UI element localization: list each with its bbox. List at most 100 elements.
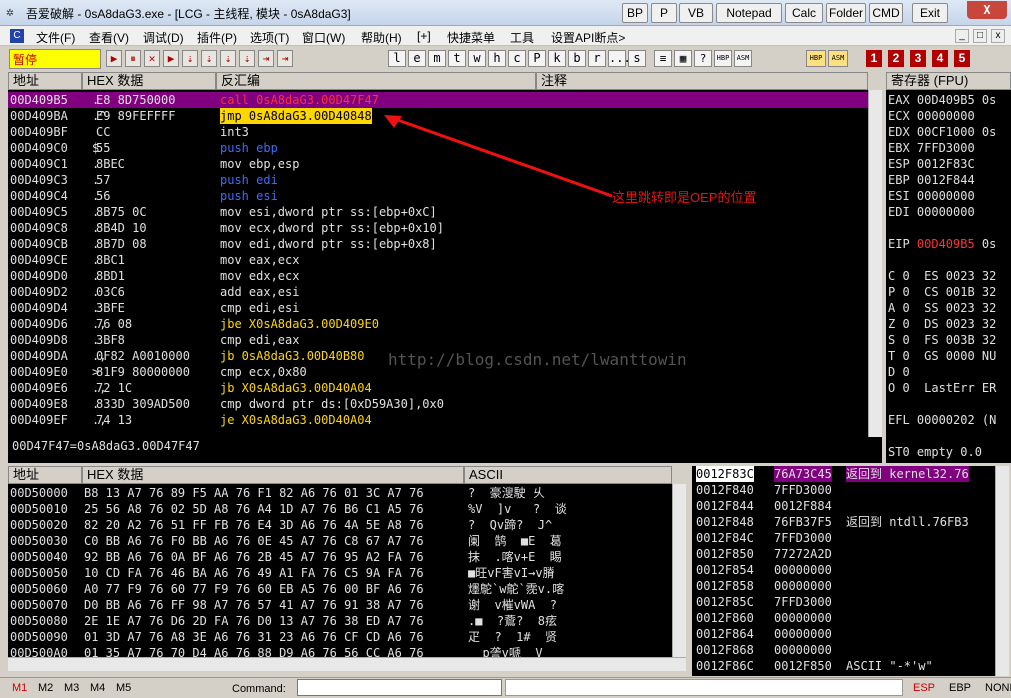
menu-item-5[interactable]: 窗口(W) xyxy=(302,29,345,46)
toolbar-button-1[interactable]: ⏸ xyxy=(125,50,141,67)
disasm-row[interactable]: 00D409D2. 03C6 add eax,esi xyxy=(8,284,868,300)
stack-scrollbar[interactable] xyxy=(995,466,1009,676)
toolbar-button-3[interactable]: ▶ xyxy=(163,50,179,67)
menu-item-7[interactable]: [+] xyxy=(417,29,431,43)
toolbar-window-2[interactable]: 2 xyxy=(888,50,904,67)
mdi-maximize-button[interactable]: □ xyxy=(973,29,987,43)
toolbar-letter-12[interactable]: s xyxy=(628,50,646,67)
top-button-calc[interactable]: Calc xyxy=(785,3,823,23)
disasm-row[interactable]: 00D409D0. 8BD1 mov edx,ecx xyxy=(8,268,868,284)
toolbar-tool-0[interactable]: HBP xyxy=(806,50,826,67)
disasm-row[interactable]: 00D409B5. E8 8D750000 call 0sA8daG3.00D47F… xyxy=(8,92,868,108)
toolbar-icon-3[interactable]: HBP xyxy=(714,50,732,67)
stack-comment: 返回到 ntdll.76FB3 xyxy=(846,515,969,529)
register-line: EAX 00D409B5 0s xyxy=(888,93,997,107)
toolbar-letter-5[interactable]: h xyxy=(488,50,506,67)
dump-pane[interactable]: 00D50000 B8 13 A7 76 89 F5 AA 76 F1 82 A6… xyxy=(8,484,672,657)
toolbar-button-9[interactable]: ⇥ xyxy=(277,50,293,67)
top-button-p[interactable]: P xyxy=(651,3,677,23)
registers-pane[interactable]: EAX 00D409B5 0s ECX 00000000 EDX 00CF1000 … xyxy=(886,90,1011,463)
disasm-row[interactable]: 00D409CB. 8B7D 08 mov edi,dword ptr ss:[eb… xyxy=(8,236,868,252)
disasm-row[interactable]: 00D409D6., 76 08 jbe X0sA8daG3.00D409E0 xyxy=(8,316,868,332)
menu-item-6[interactable]: 帮助(H) xyxy=(361,29,402,46)
dump-scrollbar[interactable] xyxy=(672,484,686,657)
stack-base-ebp[interactable]: EBP xyxy=(949,682,971,694)
close-window-button[interactable]: X xyxy=(967,1,1007,19)
disasm-row[interactable]: 00D409E8. 833D 309AD500 cmp dword ptr ds:[… xyxy=(8,396,868,412)
stack-row: 0012F840 7FFD3000 xyxy=(692,482,995,498)
bookmark-m3[interactable]: M3 xyxy=(64,682,79,694)
menu-item-4[interactable]: 选项(T) xyxy=(250,29,289,46)
menu-item-3[interactable]: 插件(P) xyxy=(197,29,237,46)
bookmark-m4[interactable]: M4 xyxy=(90,682,105,694)
disasm-row[interactable]: 00D409CE. 8BC1 mov eax,ecx xyxy=(8,252,868,268)
top-button-bp[interactable]: BP xyxy=(622,3,648,23)
row-instruction: cmp edi,eax xyxy=(220,333,300,347)
toolbar-button-7[interactable]: ⇣ xyxy=(239,50,255,67)
disasm-row[interactable]: 00D409D4. 3BFE cmp edi,esi xyxy=(8,300,868,316)
stack-value: 00000000 xyxy=(774,579,832,593)
dump-row: 00D50020 82 20 A2 76 51 FF FB 76 E4 3D A6… xyxy=(8,517,672,533)
toolbar-letter-11[interactable]: ... xyxy=(608,50,631,67)
toolbar-icon-0[interactable]: ≡ xyxy=(654,50,672,67)
disasm-row[interactable]: 00D409EF., 74 13 je X0sA8daG3.00D40A04 xyxy=(8,412,868,428)
menu-item-9[interactable]: 工具 xyxy=(510,29,534,46)
stack-pane[interactable]: 0012F83C 76A73C45 返回到 kernel32.76 0012F840 7… xyxy=(692,466,995,676)
toolbar-letter-2[interactable]: m xyxy=(428,50,446,67)
top-button-cmd[interactable]: CMD xyxy=(869,3,903,23)
dump-hscrollbar[interactable] xyxy=(8,657,686,671)
bookmark-m2[interactable]: M2 xyxy=(38,682,53,694)
toolbar-button-5[interactable]: ⇣ xyxy=(201,50,217,67)
row-instruction: cmp edi,esi xyxy=(220,301,300,315)
toolbar-letter-10[interactable]: r xyxy=(588,50,606,67)
toolbar-letter-1[interactable]: e xyxy=(408,50,426,67)
disasm-scrollbar[interactable] xyxy=(868,90,882,437)
bookmark-m5[interactable]: M5 xyxy=(116,682,131,694)
bookmark-m1[interactable]: M1 xyxy=(12,682,27,694)
disasm-row[interactable]: 00D409D8. 3BF8 cmp edi,eax xyxy=(8,332,868,348)
menu-item-10[interactable]: 设置API断点> xyxy=(551,29,625,46)
toolbar-window-1[interactable]: 1 xyxy=(866,50,882,67)
toolbar-icon-4[interactable]: ASM xyxy=(734,50,752,67)
toolbar-icon-1[interactable]: ▦ xyxy=(674,50,692,67)
menu-item-0[interactable]: 文件(F) xyxy=(36,29,75,46)
toolbar-letter-8[interactable]: k xyxy=(548,50,566,67)
toolbar-letter-0[interactable]: l xyxy=(388,50,406,67)
mdi-minimize-button[interactable]: _ xyxy=(955,29,969,43)
toolbar-button-6[interactable]: ⇣ xyxy=(220,50,236,67)
toolbar-letter-3[interactable]: t xyxy=(448,50,466,67)
row-address: 00D409D2 xyxy=(10,285,68,299)
stack-base-esp[interactable]: ESP xyxy=(913,682,935,694)
toolbar-letter-7[interactable]: P xyxy=(528,50,546,67)
toolbar-icon-2[interactable]: ? xyxy=(694,50,712,67)
toolbar-letter-6[interactable]: c xyxy=(508,50,526,67)
toolbar-letter-9[interactable]: b xyxy=(568,50,586,67)
toolbar-window-4[interactable]: 4 xyxy=(932,50,948,67)
toolbar-letter-4[interactable]: w xyxy=(468,50,486,67)
menu-item-8[interactable]: 快捷菜单 xyxy=(447,29,495,46)
toolbar-tool-1[interactable]: ASM xyxy=(828,50,848,67)
menu-item-1[interactable]: 查看(V) xyxy=(89,29,129,46)
top-button-exit[interactable]: Exit xyxy=(912,3,948,23)
toolbar-button-2[interactable]: ✕ xyxy=(144,50,160,67)
top-button-vb[interactable]: VB xyxy=(679,3,713,23)
stack-base-none[interactable]: NONE xyxy=(985,682,1011,694)
disasm-row[interactable]: 00D409E6., 72 1C jb X0sA8daG3.00D40A04 xyxy=(8,380,868,396)
mdi-close-button[interactable]: x xyxy=(991,29,1005,43)
stack-address: 0012F85C xyxy=(696,595,754,609)
row-instruction: jb 0sA8daG3.00D40B80 xyxy=(220,349,365,363)
toolbar-button-0[interactable]: ▶ xyxy=(106,50,122,67)
top-button-notepad[interactable]: Notepad xyxy=(716,3,782,23)
register-line: EBP 0012F844 xyxy=(888,173,975,187)
dump-row: 00D50080 2E 1E A7 76 D6 2D FA 76 D0 13 A7… xyxy=(8,613,672,629)
row-instruction: mov edi,dword ptr ss:[ebp+0x8] xyxy=(220,237,437,251)
top-button-folder[interactable]: Folder xyxy=(826,3,866,23)
command-input[interactable] xyxy=(297,679,502,696)
toolbar-window-3[interactable]: 3 xyxy=(910,50,926,67)
toolbar-button-4[interactable]: ⇣ xyxy=(182,50,198,67)
toolbar-window-5[interactable]: 5 xyxy=(954,50,970,67)
row-hex: 72 1C xyxy=(96,381,133,395)
toolbar-button-8[interactable]: ⇥ xyxy=(258,50,274,67)
menu-item-2[interactable]: 调试(D) xyxy=(143,29,184,46)
disasm-row[interactable]: 00D409C8. 8B4D 10 mov ecx,dword ptr ss:[eb… xyxy=(8,220,868,236)
